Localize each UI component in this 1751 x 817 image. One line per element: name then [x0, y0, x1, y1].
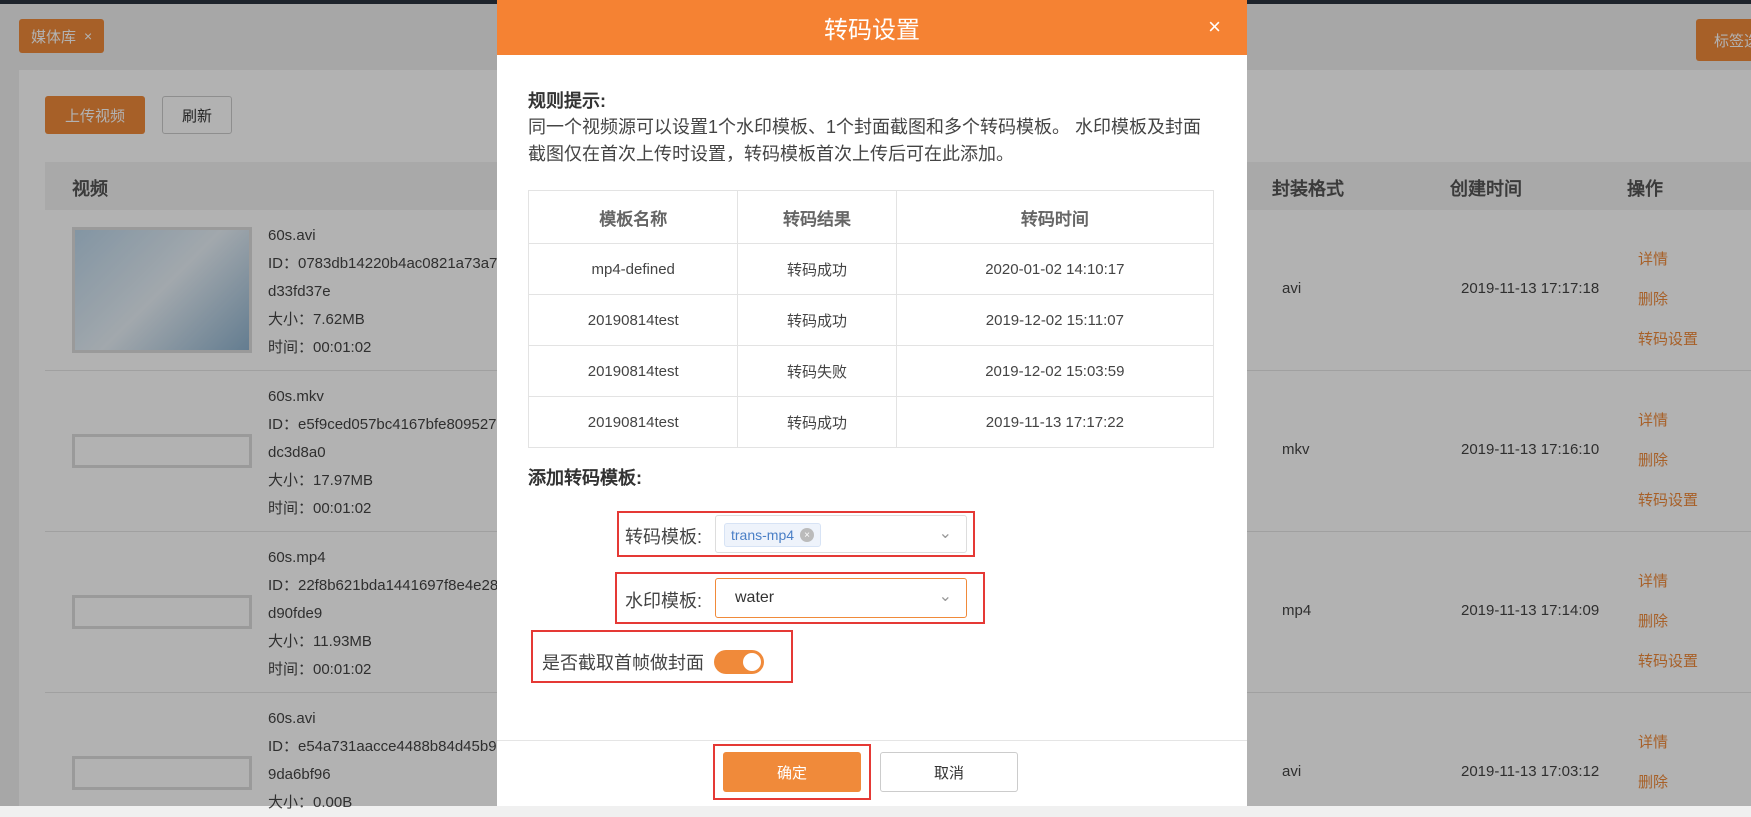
- transcode-time: 2019-11-13 17:17:22: [895, 396, 1215, 448]
- table-row: mp4-defined 转码成功 2020-01-02 14:10:17: [527, 243, 1215, 295]
- chevron-down-icon: ⌄: [938, 588, 952, 605]
- transcode-time: 2020-01-02 14:10:17: [895, 243, 1215, 295]
- template-name: mp4-defined: [527, 243, 739, 295]
- confirm-button[interactable]: 确定: [723, 752, 861, 792]
- cover-frame-label: 是否截取首帧做封面: [542, 653, 704, 673]
- transcode-result: 转码成功: [737, 243, 897, 295]
- close-icon[interactable]: ×: [1208, 14, 1221, 40]
- transcode-settings-modal: 转码设置 × 规则提示: 同一个视频源可以设置1个水印模板、1个封面截图和多个转…: [497, 0, 1247, 806]
- transcode-time: 2019-12-02 15:11:07: [895, 294, 1215, 346]
- footer-divider: [497, 740, 1247, 741]
- table-row: 20190814test 转码失败 2019-12-02 15:03:59: [527, 345, 1215, 397]
- table-row: 20190814test 转码成功 2019-11-13 17:17:22: [527, 396, 1215, 448]
- cancel-button[interactable]: 取消: [880, 752, 1018, 792]
- transcode-template-select[interactable]: trans-mp4 × ⌄: [715, 515, 967, 553]
- watermark-template-label: 水印模板:: [625, 591, 703, 611]
- cover-frame-toggle[interactable]: [714, 650, 764, 674]
- rule-title: 规则提示:: [528, 91, 606, 111]
- selected-tag: trans-mp4 ×: [724, 523, 822, 547]
- tag-close-icon[interactable]: ×: [800, 528, 815, 542]
- transcode-time: 2019-12-02 15:03:59: [895, 345, 1215, 397]
- toggle-knob: [743, 653, 761, 671]
- tag-label: trans-mp4: [731, 527, 795, 543]
- transcode-history-table: 模板名称 转码结果 转码时间 mp4-defined 转码成功 2020-01-…: [527, 190, 1215, 448]
- template-name: 20190814test: [527, 294, 739, 346]
- modal-header: 转码设置 ×: [497, 0, 1247, 55]
- template-name: 20190814test: [527, 345, 739, 397]
- modal-title: 转码设置: [824, 17, 920, 44]
- col-transcode-time: 转码时间: [895, 190, 1215, 244]
- transcode-result: 转码成功: [737, 396, 897, 448]
- transcode-result: 转码成功: [737, 294, 897, 346]
- add-template-title: 添加转码模板:: [528, 468, 642, 488]
- table-row: 20190814test 转码成功 2019-12-02 15:11:07: [527, 294, 1215, 346]
- watermark-value: water: [735, 589, 775, 606]
- col-template-name: 模板名称: [527, 190, 739, 244]
- transcode-template-label: 转码模板:: [625, 527, 703, 547]
- chevron-down-icon: ⌄: [938, 525, 952, 542]
- rule-text: 同一个视频源可以设置1个水印模板、1个封面截图和多个转码模板。 水印模板及封面截…: [528, 117, 1202, 164]
- template-name: 20190814test: [527, 396, 739, 448]
- col-transcode-result: 转码结果: [737, 190, 897, 244]
- watermark-template-select[interactable]: water ⌄: [715, 578, 967, 618]
- transcode-result: 转码失败: [737, 345, 897, 397]
